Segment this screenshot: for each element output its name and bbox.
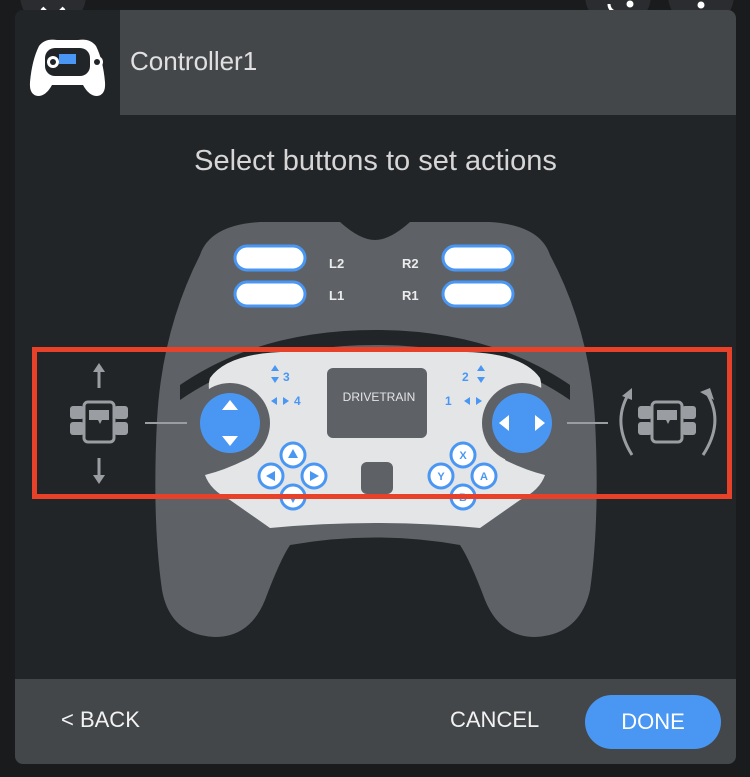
- axis4-label: 4: [294, 394, 301, 408]
- left-joystick[interactable]: [200, 393, 260, 453]
- screen-label: DRIVETRAIN: [343, 390, 416, 404]
- a-label: A: [480, 471, 488, 483]
- l1-button[interactable]: [233, 280, 307, 308]
- back-button[interactable]: < BACK: [61, 707, 140, 733]
- axis1-label: 1: [445, 394, 452, 408]
- footer: < BACK CANCEL DONE: [15, 679, 736, 764]
- controller-config-panel: Controller1 Select buttons to set action…: [15, 10, 736, 764]
- right-joystick[interactable]: [492, 393, 552, 453]
- turn-rotate-icon[interactable]: [619, 388, 717, 456]
- done-button[interactable]: DONE: [585, 695, 721, 749]
- axis2-label: 2: [462, 370, 469, 384]
- r2-button[interactable]: [441, 244, 515, 272]
- l2-button[interactable]: [233, 244, 307, 272]
- r2-label: R2: [402, 256, 419, 271]
- cancel-button[interactable]: CANCEL: [450, 707, 539, 733]
- l1-label: L1: [329, 288, 344, 303]
- l2-label: L2: [329, 256, 344, 271]
- center-button[interactable]: [361, 462, 393, 494]
- drive-forward-backward-icon[interactable]: [70, 363, 128, 484]
- x-label: X: [459, 450, 467, 462]
- controller-diagram: DRIVETRAIN 3 4 2 1 X Y A B L2 L1 R2 R1: [70, 222, 717, 637]
- b-label: B: [459, 492, 467, 504]
- y-label: Y: [437, 471, 445, 483]
- r1-button[interactable]: [441, 280, 515, 308]
- r1-label: R1: [402, 288, 419, 303]
- axis3-label: 3: [283, 370, 290, 384]
